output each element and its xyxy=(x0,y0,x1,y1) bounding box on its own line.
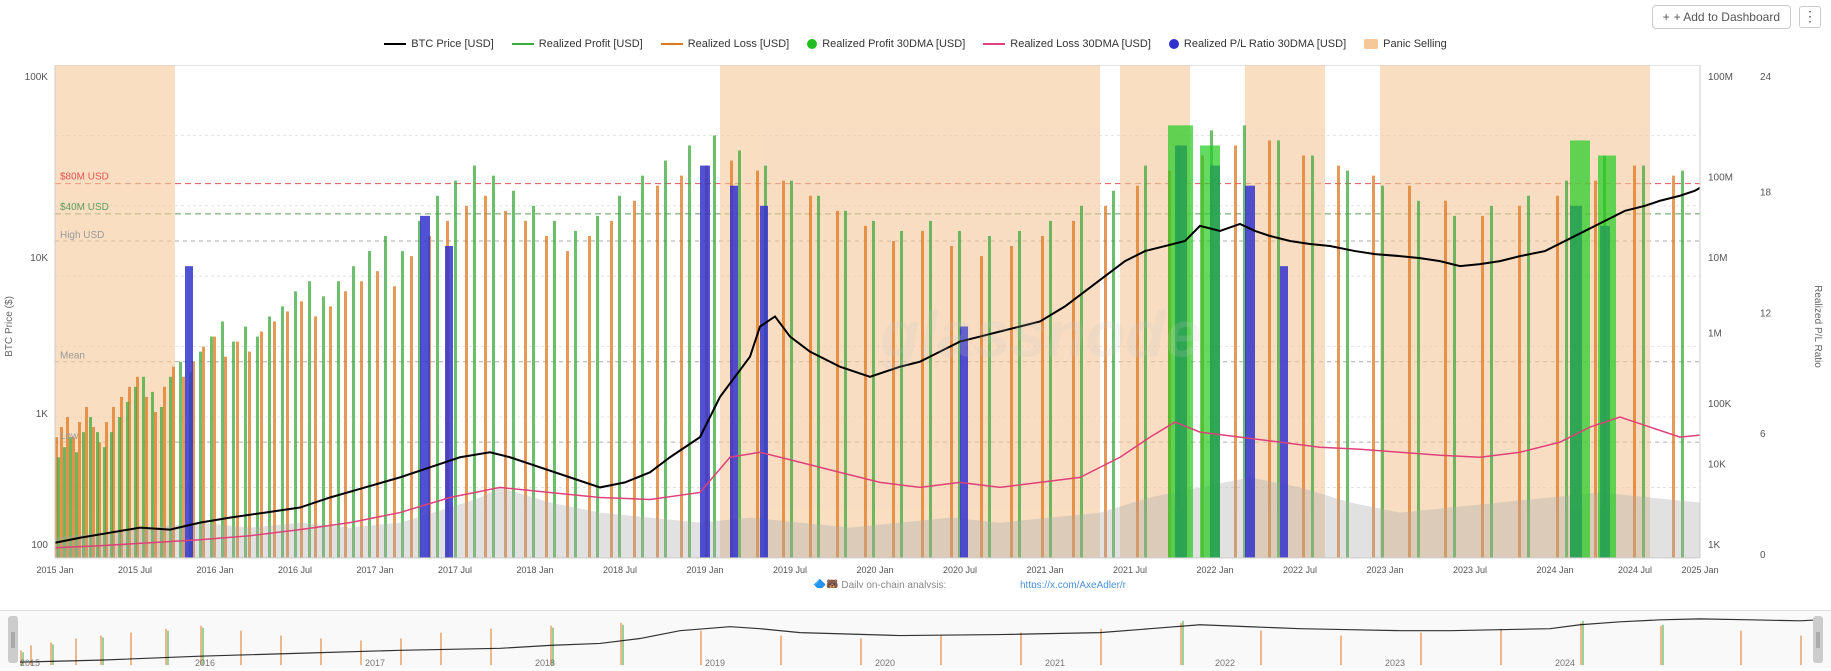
x-label-2022jul: 2022 Jul xyxy=(1283,565,1317,575)
attribution-link[interactable]: https://x.com/AxeAdler/r xyxy=(1020,580,1127,588)
x-label-2024jan: 2024 Jan xyxy=(1536,565,1573,575)
x-label-2015jan: 2015 Jan xyxy=(36,565,73,575)
legend-line-realized-profit xyxy=(512,43,534,45)
y-label-right2-6: 6 xyxy=(1760,429,1766,440)
plus-icon: + xyxy=(1663,10,1670,24)
x-label-2020jan: 2020 Jan xyxy=(856,565,893,575)
x-label-2020jul: 2020 Jul xyxy=(943,565,977,575)
x-label-2017jul: 2017 Jul xyxy=(438,565,472,575)
x-label-2018jul: 2018 Jul xyxy=(603,565,637,575)
x-label-2021jan: 2021 Jan xyxy=(1026,565,1063,575)
legend-label-pl-ratio-30dma: Realized P/L Ratio 30DMA [USD] xyxy=(1184,38,1346,50)
svg-text:2022: 2022 xyxy=(1215,658,1235,668)
legend-label-realized-profit: Realized Profit [USD] xyxy=(539,38,643,50)
x-label-2016jul: 2016 Jul xyxy=(278,565,312,575)
ref-label-mean: Mean xyxy=(60,351,85,362)
legend-label-profit-30dma: Realized Profit 30DMA [USD] xyxy=(822,38,965,50)
y-axis-left-title: BTC Price ($) xyxy=(4,296,15,357)
legend-item-pl-ratio-30dma[interactable]: Realized P/L Ratio 30DMA [USD] xyxy=(1169,38,1346,50)
legend-item-loss-30dma[interactable]: Realized Loss 30DMA [USD] xyxy=(983,38,1151,50)
legend-circle-profit-30dma xyxy=(807,39,817,49)
y-label-right1-10m: 10M xyxy=(1708,253,1727,264)
legend-rect-panic-selling xyxy=(1364,39,1378,49)
x-label-2018jan: 2018 Jan xyxy=(516,565,553,575)
minimap-container: 2015 2016 2017 2018 2019 2020 2021 2022 … xyxy=(0,610,1831,668)
minimap-svg: 2015 2016 2017 2018 2019 2020 2021 2022 … xyxy=(0,611,1831,668)
legend-item-profit-30dma[interactable]: Realized Profit 30DMA [USD] xyxy=(807,38,965,50)
legend-item-realized-profit[interactable]: Realized Profit [USD] xyxy=(512,38,643,50)
x-label-2025jan: 2025 Jan xyxy=(1681,565,1718,575)
more-options-button[interactable]: ⋮ xyxy=(1799,6,1821,28)
svg-text:2018: 2018 xyxy=(535,658,555,668)
y-label-left-100k: 100K xyxy=(25,72,49,83)
watermark: glassnode xyxy=(879,298,1201,371)
chart-area: $80M USD $40M USD High USD Mean Low 100K… xyxy=(0,65,1831,588)
svg-text:2023: 2023 xyxy=(1385,658,1405,668)
y-label-left-10k: 10K xyxy=(30,253,48,264)
legend-item-realized-loss[interactable]: Realized Loss [USD] xyxy=(661,38,790,50)
ref-label-low: Low xyxy=(60,431,79,442)
x-label-2016jan: 2016 Jan xyxy=(196,565,233,575)
svg-text:2016: 2016 xyxy=(195,658,215,668)
ref-label-80m: $80M USD xyxy=(60,172,109,183)
x-label-2019jan: 2019 Jan xyxy=(686,565,723,575)
legend-line-btc-price xyxy=(384,43,406,45)
svg-text:2021: 2021 xyxy=(1045,658,1065,668)
legend-label-realized-loss: Realized Loss [USD] xyxy=(688,38,790,50)
x-label-2022jan: 2022 Jan xyxy=(1196,565,1233,575)
svg-text:2015: 2015 xyxy=(20,658,40,668)
x-label-2019jul: 2019 Jul xyxy=(773,565,807,575)
svg-text:2017: 2017 xyxy=(365,658,385,668)
legend-item-panic-selling[interactable]: Panic Selling xyxy=(1364,38,1447,50)
ref-label-40m: $40M USD xyxy=(60,202,109,213)
y-label-right2-0: 0 xyxy=(1760,550,1766,561)
main-chart-svg: $80M USD $40M USD High USD Mean Low 100K… xyxy=(0,65,1831,588)
y-label-left-100: 100 xyxy=(31,540,48,551)
legend-circle-pl-ratio-30dma xyxy=(1169,39,1179,49)
y-label-right2-18: 18 xyxy=(1760,188,1772,199)
legend-line-realized-loss xyxy=(661,43,683,45)
x-label-2021jul: 2021 Jul xyxy=(1113,565,1147,575)
minimap-handle-left[interactable] xyxy=(8,616,18,663)
y-label-right1-1m: 1M xyxy=(1708,329,1722,340)
svg-text:2019: 2019 xyxy=(705,658,725,668)
y-label-right1-100k: 100K xyxy=(1708,399,1732,410)
legend-item-btc-price[interactable]: BTC Price [USD] xyxy=(384,38,494,50)
attribution-text: 🔷🐻 Daily on-chain analysis: xyxy=(814,578,947,588)
add-dashboard-label: + Add to Dashboard xyxy=(1674,10,1780,24)
x-label-2024jul: 2024 Jul xyxy=(1618,565,1652,575)
x-label-2023jan: 2023 Jan xyxy=(1366,565,1403,575)
y-label-right2-12: 12 xyxy=(1760,308,1772,319)
chart-legend: BTC Price [USD] Realized Profit [USD] Re… xyxy=(0,38,1831,50)
y-label-right1-1k: 1K xyxy=(1708,540,1721,551)
y-label-right1-100m2: 100M xyxy=(1708,173,1733,184)
add-to-dashboard-button[interactable]: + + Add to Dashboard xyxy=(1652,5,1791,29)
legend-line-loss-30dma xyxy=(983,43,1005,45)
svg-text:2024: 2024 xyxy=(1555,658,1575,668)
x-label-2023jul: 2023 Jul xyxy=(1453,565,1487,575)
legend-label-panic-selling: Panic Selling xyxy=(1383,38,1447,50)
legend-label-loss-30dma: Realized Loss 30DMA [USD] xyxy=(1010,38,1151,50)
y-axis-right2-title: Realized P/L Ratio xyxy=(1812,285,1823,368)
y-label-right1-100m-top: 100M xyxy=(1708,72,1733,83)
y-label-right2-24: 24 xyxy=(1760,72,1772,83)
top-bar: + + Add to Dashboard ⋮ xyxy=(1652,0,1831,33)
x-label-2017jan: 2017 Jan xyxy=(356,565,393,575)
y-label-left-1k: 1K xyxy=(36,409,49,420)
x-label-2015jul: 2015 Jul xyxy=(118,565,152,575)
more-icon: ⋮ xyxy=(1803,8,1817,25)
svg-text:2020: 2020 xyxy=(875,658,895,668)
legend-label-btc-price: BTC Price [USD] xyxy=(411,38,494,50)
minimap-handle-right[interactable] xyxy=(1813,616,1823,663)
y-label-right1-10k: 10K xyxy=(1708,459,1726,470)
ref-label-high: High USD xyxy=(60,230,104,241)
